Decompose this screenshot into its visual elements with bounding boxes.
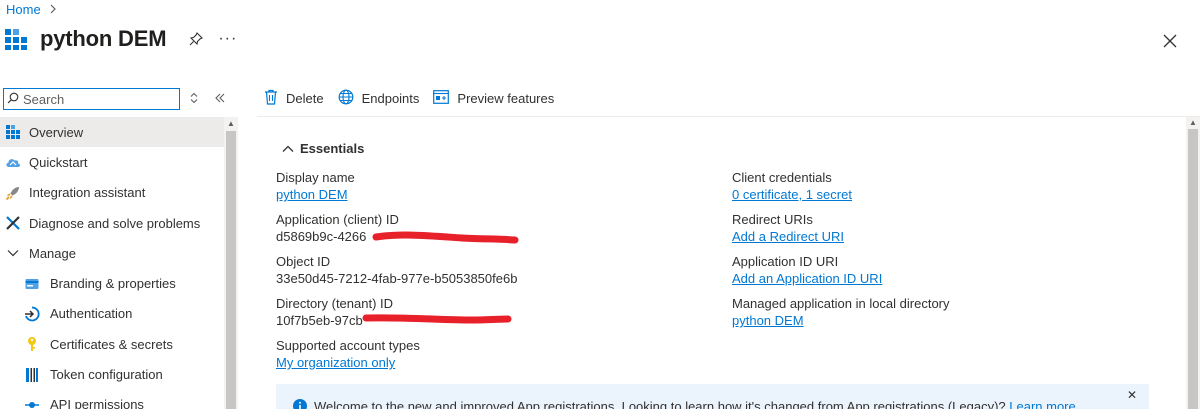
- delete-button-label: Delete: [286, 91, 324, 106]
- search-box[interactable]: [3, 88, 180, 110]
- dismiss-banner-icon[interactable]: ✕: [1127, 388, 1137, 402]
- learn-more-link[interactable]: Learn more: [1009, 399, 1075, 409]
- endpoints-button-label: Endpoints: [361, 91, 420, 106]
- breadcrumb-home-link[interactable]: Home: [6, 2, 41, 17]
- globe-icon: [338, 89, 354, 108]
- content-scroll-up-icon[interactable]: ▲: [1189, 118, 1197, 127]
- pin-icon[interactable]: [188, 31, 204, 47]
- sort-icon[interactable]: [190, 92, 198, 107]
- chevron-down-icon: [5, 245, 21, 261]
- trash-icon: [264, 89, 278, 108]
- sidebar-item-quickstart[interactable]: Quickstart: [0, 147, 224, 177]
- delete-button[interactable]: Delete: [264, 89, 324, 108]
- display-name-field: Display name python DEM: [276, 170, 355, 203]
- login-icon: [24, 306, 40, 322]
- welcome-message-text: Welcome to the new and improved App regi…: [314, 399, 1006, 409]
- account-types-label: Supported account types: [276, 338, 420, 353]
- app-id-uri-label: Application ID URI: [732, 254, 839, 269]
- essentials-toggle[interactable]: Essentials: [282, 141, 364, 156]
- command-bar: Delete Endpoints Preview features: [264, 89, 554, 108]
- grid-icon: [5, 124, 21, 140]
- breadcrumb: Home: [6, 2, 57, 17]
- sidebar-item-label: Diagnose and solve problems: [29, 215, 201, 231]
- client-id-label: Application (client) ID: [276, 212, 399, 227]
- managed-app-label: Managed application in local directory: [732, 296, 950, 311]
- sidebar-item-label: Integration assistant: [29, 185, 146, 201]
- redirect-uris-field: Redirect URIs Add a Redirect URI: [732, 212, 844, 245]
- sidebar-nav: Overview Quickstart Integration assistan…: [0, 117, 224, 409]
- client-credentials-field: Client credentials 0 certificate, 1 secr…: [732, 170, 852, 203]
- sidebar-item-authentication[interactable]: Authentication: [0, 299, 224, 329]
- key-icon: [24, 336, 40, 352]
- sidebar-item-label: API permissions: [50, 397, 144, 409]
- tenant-id-redaction: [362, 314, 512, 324]
- wrench-icon: [5, 215, 21, 231]
- search-icon: [7, 92, 19, 107]
- collapse-sidebar-icon[interactable]: [214, 92, 226, 107]
- sidebar-item-diagnose[interactable]: Diagnose and solve problems: [0, 208, 224, 238]
- search-input[interactable]: [23, 91, 173, 107]
- sidebar: Overview Quickstart Integration assistan…: [0, 84, 238, 409]
- essentials-panel: Essentials Display name python DEM Appli…: [257, 117, 1186, 409]
- sidebar-item-overview[interactable]: Overview: [0, 117, 224, 148]
- sidebar-item-integration-assistant[interactable]: Integration assistant: [0, 178, 224, 208]
- display-name-label: Display name: [276, 170, 355, 185]
- managed-app-field: Managed application in local directory p…: [732, 296, 950, 329]
- card-icon: [24, 276, 40, 292]
- sidebar-item-label: Authentication: [50, 306, 133, 322]
- chevron-up-icon: [282, 141, 294, 156]
- content-scroll-thumb[interactable]: [1188, 129, 1198, 409]
- sidebar-item-token-configuration[interactable]: Token configuration: [0, 359, 224, 389]
- account-types-field: Supported account types My organization …: [276, 338, 420, 371]
- app-id-uri-link[interactable]: Add an Application ID URI: [732, 271, 882, 287]
- sidebar-item-certificates[interactable]: Certificates & secrets: [0, 329, 224, 359]
- sidebar-item-label: Manage: [29, 245, 76, 261]
- api-icon: [24, 397, 40, 409]
- sidebar-group-manage[interactable]: Manage: [0, 238, 224, 268]
- object-id-label: Object ID: [276, 254, 331, 269]
- account-types-link[interactable]: My organization only: [276, 355, 420, 371]
- endpoints-button[interactable]: Endpoints: [338, 89, 420, 108]
- sidebar-scroll-thumb[interactable]: [226, 131, 236, 409]
- client-id-redaction: [372, 231, 519, 244]
- preview-features-button[interactable]: Preview features: [433, 90, 554, 107]
- sidebar-item-api-permissions[interactable]: API permissions: [0, 390, 224, 409]
- info-icon: [293, 399, 307, 409]
- sidebar-item-label: Quickstart: [29, 154, 88, 170]
- content-scrollbar[interactable]: ▲: [1186, 117, 1200, 409]
- welcome-message: Welcome to the new and improved App regi…: [314, 399, 1076, 409]
- app-registration-icon: [4, 27, 28, 51]
- client-credentials-link[interactable]: 0 certificate, 1 secret: [732, 187, 852, 203]
- breadcrumb-separator: [49, 3, 57, 17]
- page-header: python DEM ···: [4, 26, 237, 52]
- object-id-value: 33e50d45-7212-4fab-977e-b5053850fe6b: [276, 271, 518, 286]
- object-id-field: Object ID 33e50d45-7212-4fab-977e-b50538…: [276, 254, 517, 287]
- sidebar-item-label: Overview: [29, 124, 84, 140]
- app-id-uri-field: Application ID URI Add an Application ID…: [732, 254, 882, 287]
- rocket-icon: [5, 185, 21, 201]
- preview-features-label: Preview features: [457, 91, 555, 106]
- more-options-icon[interactable]: ···: [218, 30, 237, 48]
- cloud-icon: [5, 154, 21, 170]
- preview-icon: [433, 90, 450, 107]
- welcome-banner: Welcome to the new and improved App regi…: [276, 384, 1149, 409]
- essentials-header: Essentials: [300, 141, 365, 156]
- display-name-link[interactable]: python DEM: [276, 187, 355, 203]
- page-title: python DEM: [40, 26, 167, 51]
- sidebar-item-label: Branding & properties: [50, 276, 176, 292]
- client-credentials-label: Client credentials: [732, 170, 832, 185]
- bars-icon: [24, 367, 40, 383]
- sidebar-item-label: Certificates & secrets: [50, 336, 173, 352]
- sidebar-scrollbar[interactable]: ▲: [224, 117, 238, 409]
- redirect-uris-link[interactable]: Add a Redirect URI: [732, 229, 844, 245]
- scroll-up-icon[interactable]: ▲: [227, 119, 235, 128]
- close-icon[interactable]: [1162, 33, 1178, 49]
- sidebar-item-branding[interactable]: Branding & properties: [0, 268, 224, 298]
- managed-app-link[interactable]: python DEM: [732, 313, 950, 329]
- redirect-uris-label: Redirect URIs: [732, 212, 813, 227]
- sidebar-item-label: Token configuration: [50, 367, 163, 383]
